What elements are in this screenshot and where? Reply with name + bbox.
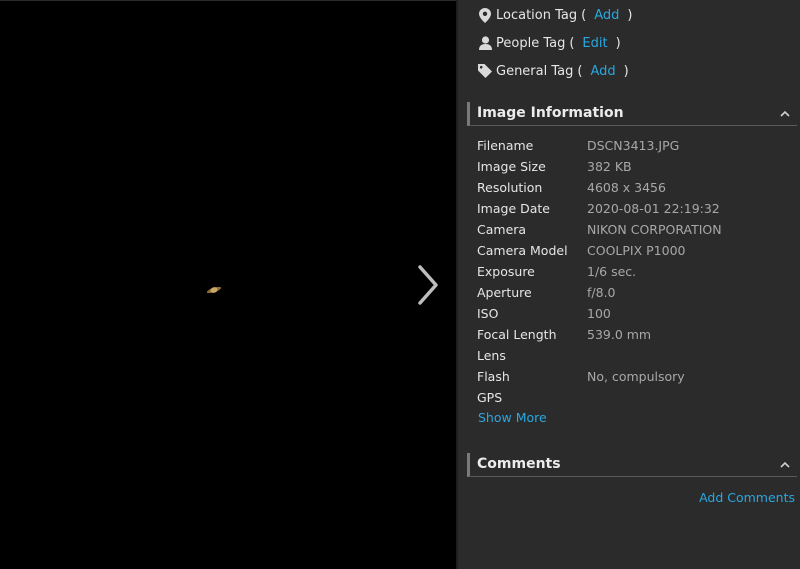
photo-saturn	[206, 286, 222, 294]
location-tag-row: Location Tag ( Add )	[478, 5, 636, 25]
info-row-image-date: Image Date 2020-08-01 22:19:32	[477, 201, 720, 216]
collapse-chevron-up-icon[interactable]	[779, 108, 791, 120]
person-icon	[478, 35, 492, 51]
info-row-exposure: Exposure 1/6 sec.	[477, 264, 637, 279]
comments-title: Comments	[477, 456, 561, 472]
info-row-focal-length: Focal Length 539.0 mm	[477, 327, 652, 342]
people-tag-edit-link[interactable]: Edit	[582, 36, 607, 51]
collapse-chevron-up-icon[interactable]	[779, 459, 791, 471]
location-tag-add-link[interactable]: Add	[594, 8, 619, 23]
show-more-link[interactable]: Show More	[478, 410, 547, 425]
people-tag-label: People Tag	[496, 35, 566, 51]
info-row-image-size: Image Size 382 KB	[477, 159, 632, 174]
image-information-title: Image Information	[477, 105, 624, 121]
location-pin-icon	[478, 7, 492, 23]
image-info-table: Filename DSCN3413.JPG Image Size 382 KB Re…	[477, 135, 787, 408]
info-row-resolution: Resolution 4608 x 3456	[477, 180, 666, 195]
info-row-gps: GPS	[477, 390, 503, 405]
info-panel: Location Tag ( Add ) People Tag ( Edit )…	[458, 0, 800, 569]
info-row-camera: Camera NIKON CORPORATION	[477, 222, 722, 237]
people-tag-row: People Tag ( Edit )	[478, 33, 625, 53]
add-comments-link[interactable]: Add Comments	[699, 490, 795, 505]
general-tag-label: General Tag	[496, 63, 574, 79]
info-row-filename: Filename DSCN3413.JPG	[477, 138, 680, 153]
info-row-aperture: Aperture f/8.0	[477, 285, 616, 300]
info-row-iso: ISO 100	[477, 306, 611, 321]
info-row-lens: Lens	[477, 348, 506, 363]
tag-icon	[478, 63, 492, 79]
info-row-camera-model: Camera Model COOLPIX P1000	[477, 243, 686, 258]
info-row-flash: Flash No, compulsory	[477, 369, 685, 384]
location-tag-label: Location Tag	[496, 7, 578, 23]
image-viewer[interactable]	[0, 0, 456, 569]
general-tag-row: General Tag ( Add )	[478, 61, 633, 81]
next-image-chevron-icon[interactable]	[412, 263, 444, 307]
image-information-header[interactable]: Image Information	[467, 102, 797, 126]
comments-header[interactable]: Comments	[467, 453, 797, 477]
general-tag-add-link[interactable]: Add	[590, 64, 615, 79]
